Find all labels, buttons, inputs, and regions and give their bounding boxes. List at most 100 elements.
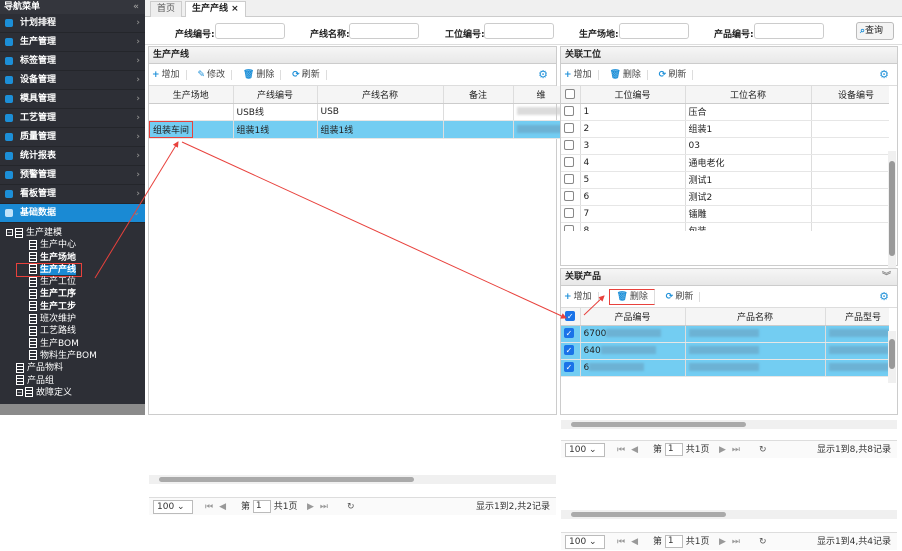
table-row[interactable]: 5 测试1 (561, 171, 889, 189)
col-site[interactable]: 生产场地 (149, 86, 234, 104)
collapse-toggle-icon[interactable]: − (6, 229, 13, 236)
reload-icon[interactable]: ↻ (759, 533, 767, 551)
row-checkbox[interactable] (561, 120, 581, 138)
tree-node[interactable]: 生产工位 (0, 276, 145, 288)
col-station-name[interactable]: 工位名称 (685, 86, 812, 104)
col-device-code[interactable]: 设备编号 (811, 86, 889, 104)
sidebar-item[interactable]: 基础数据 ⌄ (0, 204, 145, 223)
sidebar-item[interactable]: 看板管理 › (0, 185, 145, 204)
col-station-code[interactable]: 工位编号 (580, 86, 686, 104)
add-button[interactable]: + 增加 (564, 292, 599, 302)
tree-node[interactable]: 产品物料 (0, 362, 145, 374)
table-row-selected[interactable]: ✓ 6700 (561, 325, 889, 343)
query-button[interactable]: ⌕查询 (856, 22, 894, 40)
next-last-page-buttons[interactable]: ▶⏭ (719, 441, 746, 459)
vertical-scrollbar[interactable] (888, 331, 896, 383)
table-row[interactable]: USB线 USB (149, 103, 570, 121)
tree-node[interactable]: 产品组 (0, 375, 145, 387)
refresh-button[interactable]: ⟳ 刷新 (658, 70, 694, 80)
page-size-select[interactable]: 100 ⌄ (565, 443, 605, 457)
sidebar-item[interactable]: 计划排程 › (0, 14, 145, 33)
table-row[interactable]: 3 03 (561, 137, 889, 155)
sidebar-item[interactable]: 标签管理 › (0, 52, 145, 71)
table-row[interactable]: 7 镭雕 (561, 205, 889, 223)
select-all-checkbox[interactable] (561, 86, 581, 104)
gear-icon[interactable]: ⚙ (538, 64, 548, 86)
row-checkbox[interactable] (561, 154, 581, 172)
double-chevron-left-icon[interactable]: « (133, 0, 139, 14)
table-row[interactable]: 8包装 (561, 222, 889, 231)
table-row-selected[interactable]: 组装车间 组装1线 组装1线 (149, 120, 570, 139)
sidebar-item[interactable]: 工艺管理 › (0, 109, 145, 128)
row-checkbox[interactable] (561, 205, 581, 223)
sidebar-item[interactable]: 质量管理 › (0, 128, 145, 147)
table-row[interactable]: 4 通电老化 (561, 154, 889, 172)
table-row-selected[interactable]: ✓ 640 (561, 342, 889, 360)
col-product-code[interactable]: 产品编号 (580, 308, 686, 326)
col-product-name[interactable]: 产品名称 (685, 308, 826, 326)
collapse-toggle-icon[interactable]: − (16, 388, 23, 396)
row-checkbox[interactable]: ✓ (561, 359, 581, 377)
row-checkbox[interactable] (561, 171, 581, 189)
refresh-button[interactable]: ⟳ 刷新 (665, 292, 701, 302)
page-input[interactable]: 1 (664, 535, 683, 548)
table-row[interactable]: 1 压合 (561, 103, 889, 121)
col-remark[interactable]: 备注 (443, 86, 514, 104)
gear-icon[interactable]: ⚙ (879, 64, 889, 86)
table-row[interactable]: 6 测试2 (561, 188, 889, 206)
col-line-name[interactable]: 产线名称 (317, 86, 444, 104)
station-code-input[interactable] (484, 23, 554, 39)
table-row-selected[interactable]: ✓ 6 (561, 359, 889, 377)
reload-icon[interactable]: ↻ (347, 498, 355, 516)
tree-node[interactable]: 工艺路线 (0, 325, 145, 337)
site-input[interactable] (619, 23, 689, 39)
col-line-code[interactable]: 产线编号 (233, 86, 318, 104)
page-input[interactable]: 1 (252, 499, 271, 513)
add-button[interactable]: + 增加 (152, 70, 187, 80)
row-checkbox[interactable] (561, 137, 581, 155)
add-button[interactable]: + 增加 (564, 70, 599, 80)
sidebar-item[interactable]: 预警管理 › (0, 166, 145, 185)
horizontal-scrollbar[interactable] (561, 510, 897, 519)
tree-node[interactable]: 生产产线 (16, 262, 82, 278)
edit-button[interactable]: ✎ 修改 (197, 70, 232, 80)
row-checkbox[interactable]: ✓ (561, 342, 581, 360)
sidebar-item[interactable]: 生产管理 › (0, 33, 145, 52)
select-all-checkbox[interactable]: ✓ (561, 308, 581, 326)
page-input[interactable]: 1 (664, 443, 683, 456)
collapse-icon[interactable]: ︾ (882, 269, 891, 286)
refresh-button[interactable]: ⟳ 刷新 (292, 70, 327, 80)
tab-production-line[interactable]: 生产产线 × (185, 1, 246, 17)
row-checkbox[interactable] (561, 222, 581, 231)
next-last-page-buttons[interactable]: ▶⏭ (307, 498, 334, 516)
page-size-select[interactable]: 100 ⌄ (153, 499, 193, 514)
tree-node[interactable]: 生产BOM (0, 338, 145, 350)
close-icon[interactable]: × (231, 4, 239, 14)
gear-icon[interactable]: ⚙ (879, 286, 889, 308)
col-product-model[interactable]: 产品型号 (825, 308, 889, 326)
sidebar-item[interactable]: 统计报表 › (0, 147, 145, 166)
tree-node[interactable]: 生产工序 (0, 288, 145, 300)
horizontal-scrollbar[interactable] (561, 420, 897, 429)
tab-home[interactable]: 首页 (150, 1, 183, 17)
row-checkbox[interactable]: ✓ (561, 325, 581, 343)
product-code-input[interactable] (754, 23, 824, 39)
delete-button[interactable]: 🗑 删除 (609, 289, 655, 305)
first-prev-page-buttons[interactable]: ⏮◀ (617, 441, 644, 459)
tree-node[interactable]: − 故障定义 (0, 387, 145, 399)
first-prev-page-buttons[interactable]: ⏮◀ (205, 498, 232, 516)
tree-node[interactable]: 班次维护 (0, 313, 145, 325)
tree-node[interactable]: − 生产建模 (0, 227, 145, 239)
horizontal-scrollbar[interactable] (149, 474, 556, 484)
first-prev-page-buttons[interactable]: ⏮◀ (617, 533, 644, 551)
tree-node[interactable]: 生产场地 (0, 252, 145, 264)
tree-node[interactable]: 生产中心 (0, 239, 145, 251)
line-name-input[interactable] (349, 23, 419, 39)
page-size-select[interactable]: 100 ⌄ (565, 535, 605, 549)
tree-node[interactable]: 生产工步 (0, 301, 145, 313)
table-row[interactable]: 2 组装1 (561, 120, 889, 138)
row-checkbox[interactable] (561, 188, 581, 206)
vertical-scrollbar[interactable] (888, 151, 896, 281)
tree-node[interactable]: 物料生产BOM (0, 350, 145, 362)
delete-button[interactable]: 🗑 删除 (609, 70, 648, 80)
